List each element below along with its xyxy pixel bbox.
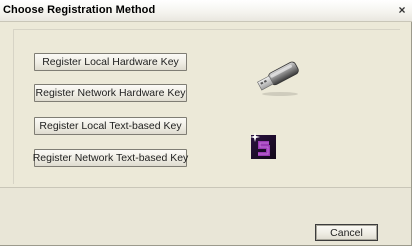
cancel-button[interactable]: Cancel	[315, 224, 378, 241]
s-logo-icon	[250, 132, 278, 160]
title-bar[interactable]: Choose Registration Method ×	[0, 0, 412, 22]
close-icon[interactable]: ×	[396, 4, 408, 16]
dialog-footer: Cancel	[0, 188, 411, 245]
dialog-title: Choose Registration Method	[3, 4, 156, 16]
options-panel: Register Local Hardware Key Register Net…	[13, 29, 400, 184]
register-local-text-button[interactable]: Register Local Text-based Key	[34, 117, 187, 135]
usb-key-icon	[250, 57, 306, 99]
register-local-hardware-button[interactable]: Register Local Hardware Key	[34, 53, 187, 71]
register-network-hardware-button[interactable]: Register Network Hardware Key	[34, 84, 187, 102]
registration-dialog: Choose Registration Method × Register Lo…	[0, 0, 412, 246]
register-network-text-button[interactable]: Register Network Text-based Key	[33, 149, 188, 167]
